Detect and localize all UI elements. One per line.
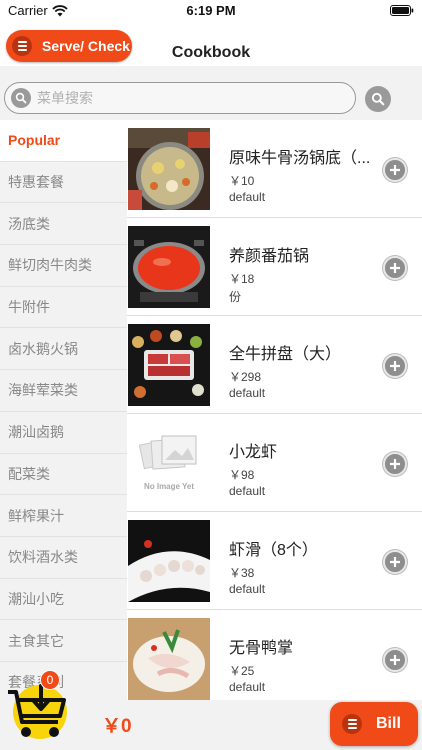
- category-item-snacks[interactable]: 潮汕小吃: [0, 579, 127, 621]
- cart-total: ￥0: [102, 716, 132, 737]
- no-image-icon: [138, 435, 197, 470]
- category-item-fresh-beef[interactable]: 鲜切肉牛肉类: [0, 245, 127, 287]
- search-icon: [11, 88, 31, 108]
- plus-icon: [390, 459, 400, 469]
- add-dish-button[interactable]: [383, 158, 407, 182]
- category-sidebar: Popular 特惠套餐 汤底类 鲜切肉牛肉类 牛附件 卤水鹅火锅 海鲜荤菜类 …: [0, 120, 127, 700]
- dish-row[interactable]: No Image Yet 小龙虾 ￥98 default: [127, 414, 422, 512]
- dish-spec: default: [229, 582, 266, 596]
- dish-name: 养颜番茄锅: [229, 248, 310, 265]
- dish-name: 虾滑（8个）: [229, 542, 318, 559]
- dish-row[interactable]: 养颜番茄锅 ￥18 份: [127, 218, 422, 316]
- category-item-side-dishes[interactable]: 配菜类: [0, 454, 127, 496]
- dish-price: ￥10: [229, 174, 255, 188]
- dish-spec: default: [229, 484, 266, 498]
- dish-image-placeholder: No Image Yet: [128, 422, 210, 504]
- dish-name: 小龙虾: [229, 444, 278, 461]
- dish-row[interactable]: 原味牛骨汤锅底（... ￥10 default: [127, 120, 422, 218]
- dish-spec: default: [229, 680, 266, 694]
- category-item-popular[interactable]: Popular: [0, 120, 127, 162]
- plus-icon: [390, 557, 400, 567]
- dish-image-beef-platter: [128, 324, 210, 406]
- bill-button[interactable]: Bill: [330, 702, 418, 746]
- plus-icon: [390, 361, 400, 371]
- plus-icon: [390, 165, 400, 175]
- cart-count-badge: 0: [40, 670, 60, 690]
- no-image-text: No Image Yet: [143, 482, 195, 491]
- dish-list: 原味牛骨汤锅底（... ￥10 default 养颜番茄锅 ￥18 份 全牛拼盘…: [127, 120, 422, 700]
- dish-price: ￥25: [229, 664, 255, 678]
- dish-spec: 份: [229, 290, 242, 304]
- cart-download-icon: [8, 684, 67, 739]
- dish-price: ￥98: [229, 468, 255, 482]
- plus-icon: [390, 655, 400, 665]
- category-item-fresh-juice[interactable]: 鲜榨果汁: [0, 495, 127, 537]
- status-bar: Carrier 6:19 PM: [0, 0, 422, 22]
- dish-row[interactable]: 虾滑（8个） ￥38 default: [127, 512, 422, 610]
- dish-image-duck-feet: [128, 618, 210, 700]
- search-icon: [371, 92, 385, 106]
- battery-icon: [390, 5, 414, 16]
- category-item-goose-hotpot[interactable]: 卤水鹅火锅: [0, 328, 127, 371]
- dish-price: ￥298: [229, 370, 262, 384]
- dish-spec: default: [229, 190, 266, 204]
- dish-name: 原味牛骨汤锅底（...: [229, 150, 371, 167]
- nav-bar: Serve/ Check Cookbook: [0, 22, 422, 72]
- status-time: 6:19 PM: [186, 3, 236, 18]
- cart-button[interactable]: [6, 682, 68, 742]
- search-placeholder: 菜单搜索: [37, 90, 93, 106]
- dish-image-shrimp-paste: [128, 520, 210, 602]
- add-dish-button[interactable]: [383, 648, 407, 672]
- category-item-drinks[interactable]: 饮料酒水类: [0, 537, 127, 579]
- dish-spec: default: [229, 386, 266, 400]
- add-dish-button[interactable]: [383, 452, 407, 476]
- category-item-beef-parts[interactable]: 牛附件: [0, 287, 127, 329]
- category-item-seafood[interactable]: 海鲜荤菜类: [0, 370, 127, 412]
- dish-image-hotpot-broth: [128, 128, 210, 210]
- add-dish-button[interactable]: [383, 256, 407, 280]
- dish-price: ￥38: [229, 566, 255, 580]
- dish-row[interactable]: 无骨鸭掌 ￥25 default: [127, 610, 422, 700]
- category-item-braised-goose[interactable]: 潮汕卤鹅: [0, 412, 127, 454]
- add-dish-button[interactable]: [383, 550, 407, 574]
- category-item-soup-base[interactable]: 汤底类: [0, 203, 127, 246]
- dish-image-tomato-pot: [128, 226, 210, 308]
- search-input[interactable]: 菜单搜索: [4, 82, 356, 114]
- plus-icon: [390, 263, 400, 273]
- dish-row[interactable]: 全牛拼盘（大） ￥298 default: [127, 316, 422, 414]
- category-item-special-set[interactable]: 特惠套餐: [0, 162, 127, 204]
- bill-label: Bill: [376, 715, 401, 732]
- page-title: Cookbook: [171, 44, 251, 61]
- search-bar: 菜单搜索: [0, 66, 422, 120]
- dish-name: 全牛拼盘（大）: [229, 346, 342, 363]
- category-item-staples[interactable]: 主食其它: [0, 620, 127, 662]
- search-button[interactable]: [365, 86, 391, 112]
- add-dish-button[interactable]: [383, 354, 407, 378]
- dish-price: ￥18: [229, 272, 255, 286]
- dish-name: 无骨鸭掌: [229, 640, 294, 657]
- menu-list-icon: [342, 714, 362, 734]
